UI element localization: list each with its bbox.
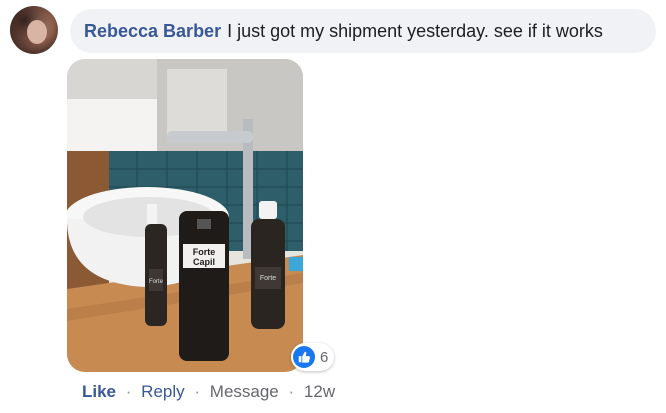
commenter-avatar[interactable] <box>10 6 58 54</box>
svg-text:Capil: Capil <box>193 257 215 267</box>
comment-author[interactable]: Rebecca Barber <box>84 21 221 42</box>
product-photo-illustration: Forte Forte Capil Forte <box>67 59 303 372</box>
comment-text: I just got my shipment yesterday. see if… <box>227 20 603 41</box>
svg-text:Forte: Forte <box>193 247 216 257</box>
separator: · <box>288 382 295 401</box>
svg-text:Forte: Forte <box>149 279 164 285</box>
reply-link[interactable]: Reply <box>141 382 184 401</box>
separator: · <box>194 382 201 401</box>
comment-photo[interactable]: Forte Forte Capil Forte <box>67 59 303 372</box>
message-link[interactable]: Message <box>210 382 279 401</box>
like-link[interactable]: Like <box>82 382 116 401</box>
comment-bubble: Rebecca Barber I just got my shipment ye… <box>70 9 656 53</box>
comment-age[interactable]: 12w <box>304 382 335 401</box>
avatar-face <box>27 20 47 44</box>
reaction-summary[interactable]: 6 <box>291 343 335 371</box>
thumbs-up-icon <box>293 346 315 368</box>
svg-text:Forte: Forte <box>260 275 276 282</box>
reaction-count: 6 <box>320 348 329 366</box>
comment-actions: Like · Reply · Message · 12w <box>82 382 335 402</box>
separator: · <box>125 382 132 401</box>
